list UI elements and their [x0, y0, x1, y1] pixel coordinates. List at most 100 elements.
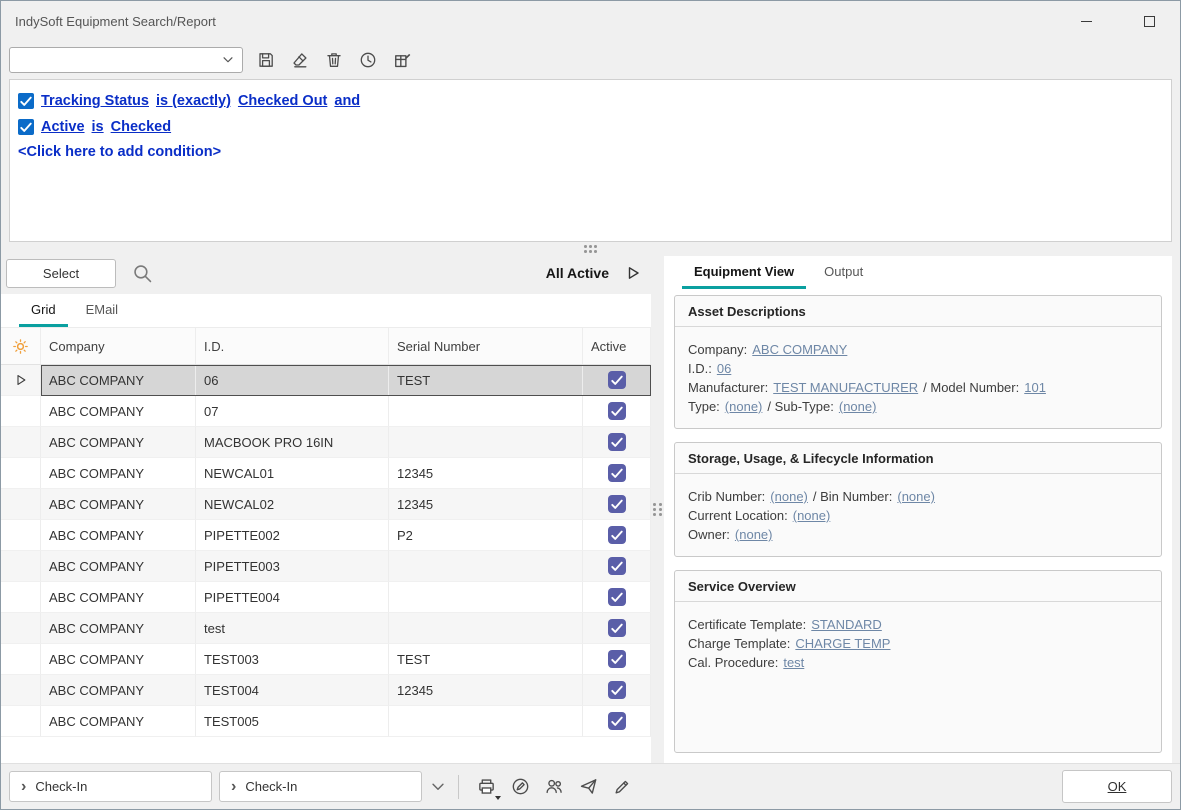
tab-equipment-view[interactable]: Equipment View [682, 256, 806, 289]
print-button[interactable] [470, 771, 502, 803]
cell-company: ABC COMPANY [41, 551, 196, 582]
users-button[interactable] [538, 771, 570, 803]
select-button[interactable]: Select [6, 259, 116, 288]
table-row[interactable]: ABC COMPANYTEST005 [1, 706, 651, 737]
detail-label: Owner: [688, 527, 730, 542]
table-row[interactable]: ABC COMPANY06TEST [1, 365, 651, 396]
maximize-button[interactable] [1127, 1, 1171, 41]
condition-link[interactable]: and [334, 93, 360, 109]
detail-link[interactable]: (none) [770, 489, 808, 504]
column-chooser-button[interactable] [1, 328, 41, 364]
active-checkbox[interactable] [608, 650, 626, 668]
active-checkbox[interactable] [608, 495, 626, 513]
detail-link[interactable]: STANDARD [811, 617, 882, 632]
check-in-button-1[interactable]: ›Check-In [9, 771, 212, 802]
cell-company: ABC COMPANY [41, 520, 196, 551]
detail-link[interactable]: 101 [1024, 380, 1046, 395]
condition-panel: Tracking Status is (exactly) Checked Out an… [9, 79, 1172, 242]
condition-checkbox[interactable] [18, 119, 34, 135]
add-condition-link[interactable]: <Click here to add condition> [18, 144, 1163, 160]
condition-link[interactable]: Checked [111, 119, 171, 135]
active-checkbox[interactable] [608, 619, 626, 637]
active-checkbox[interactable] [608, 712, 626, 730]
cell-id: NEWCAL02 [196, 489, 389, 520]
condition-link[interactable]: Tracking Status [41, 93, 149, 109]
send-button[interactable] [572, 771, 604, 803]
action-button-label: Check-In [245, 779, 297, 794]
play-icon[interactable] [625, 265, 641, 281]
window-controls [1064, 1, 1180, 41]
active-checkbox[interactable] [608, 402, 626, 420]
horizontal-splitter[interactable] [1, 242, 1180, 256]
export-button[interactable] [387, 45, 417, 75]
detail-link[interactable]: (none) [725, 399, 763, 414]
condition-link[interactable]: is (exactly) [156, 93, 231, 109]
clear-button[interactable] [285, 45, 315, 75]
table-row[interactable]: ABC COMPANYTEST00412345 [1, 675, 651, 706]
detail-link[interactable]: (none) [735, 527, 773, 542]
column-header-company[interactable]: Company [41, 328, 196, 364]
tab-grid[interactable]: Grid [19, 294, 68, 327]
minimize-button[interactable] [1064, 1, 1108, 41]
edit-button[interactable] [504, 771, 536, 803]
sign-button[interactable] [606, 771, 638, 803]
tab-email[interactable]: EMail [74, 294, 131, 327]
detail-link[interactable]: CHARGE TEMP [795, 636, 890, 651]
clock-icon [359, 51, 377, 69]
pen-icon [613, 777, 632, 796]
saved-search-combobox[interactable] [9, 47, 243, 73]
cell-company: ABC COMPANY [41, 644, 196, 675]
printer-icon [477, 777, 496, 796]
search-icon[interactable] [132, 263, 153, 284]
detail-label: Cal. Procedure: [688, 655, 778, 670]
chevron-down-icon[interactable] [221, 53, 235, 67]
paper-plane-icon [579, 777, 598, 796]
active-checkbox[interactable] [608, 557, 626, 575]
history-button[interactable] [353, 45, 383, 75]
vertical-splitter[interactable] [651, 256, 664, 763]
table-row[interactable]: ABC COMPANYTEST003TEST [1, 644, 651, 675]
table-row[interactable]: ABC COMPANYPIPETTE002P2 [1, 520, 651, 551]
table-row[interactable]: ABC COMPANYMACBOOK PRO 16IN [1, 427, 651, 458]
detail-label: / Model Number: [923, 380, 1019, 395]
active-checkbox[interactable] [608, 681, 626, 699]
active-checkbox[interactable] [608, 526, 626, 544]
chevron-down-icon[interactable] [429, 778, 447, 796]
table-row[interactable]: ABC COMPANYNEWCAL0212345 [1, 489, 651, 520]
active-checkbox[interactable] [608, 464, 626, 482]
cell-serial [389, 427, 583, 458]
cell-id: 07 [196, 396, 389, 427]
splitter-grip-icon [584, 245, 597, 253]
detail-link[interactable]: TEST MANUFACTURER [773, 380, 918, 395]
group-box-storage-usage-lifecycle-information: Storage, Usage, & Lifecycle InformationC… [674, 442, 1162, 557]
detail-link[interactable]: (none) [897, 489, 935, 504]
group-body: Crib Number:(none)/ Bin Number:(none)Cur… [675, 474, 1161, 556]
ok-button[interactable]: OK [1062, 770, 1172, 803]
table-row[interactable]: ABC COMPANYPIPETTE003 [1, 551, 651, 582]
column-header-active[interactable]: Active [583, 328, 651, 364]
table-row[interactable]: ABC COMPANYPIPETTE004 [1, 582, 651, 613]
active-checkbox[interactable] [608, 588, 626, 606]
condition-link[interactable]: Checked Out [238, 93, 327, 109]
active-checkbox[interactable] [608, 433, 626, 451]
active-checkbox[interactable] [608, 371, 626, 389]
group-title: Storage, Usage, & Lifecycle Information [675, 443, 1161, 474]
condition-link[interactable]: is [92, 119, 104, 135]
delete-button[interactable] [319, 45, 349, 75]
detail-link[interactable]: 06 [717, 361, 731, 376]
detail-link[interactable]: (none) [793, 508, 831, 523]
condition-link[interactable]: Active [41, 119, 85, 135]
table-row[interactable]: ABC COMPANYNEWCAL0112345 [1, 458, 651, 489]
column-header-i-d[interactable]: I.D. [196, 328, 389, 364]
detail-link[interactable]: ABC COMPANY [752, 342, 847, 357]
detail-link[interactable]: (none) [839, 399, 877, 414]
column-header-serial-number[interactable]: Serial Number [389, 328, 583, 364]
table-row[interactable]: ABC COMPANYtest [1, 613, 651, 644]
detail-link[interactable]: test [783, 655, 804, 670]
tab-output[interactable]: Output [812, 256, 875, 289]
table-row[interactable]: ABC COMPANY07 [1, 396, 651, 427]
condition-checkbox[interactable] [18, 93, 34, 109]
check-in-button-2[interactable]: ›Check-In [219, 771, 422, 802]
scope-label[interactable]: All Active [546, 265, 609, 281]
save-button[interactable] [251, 45, 281, 75]
